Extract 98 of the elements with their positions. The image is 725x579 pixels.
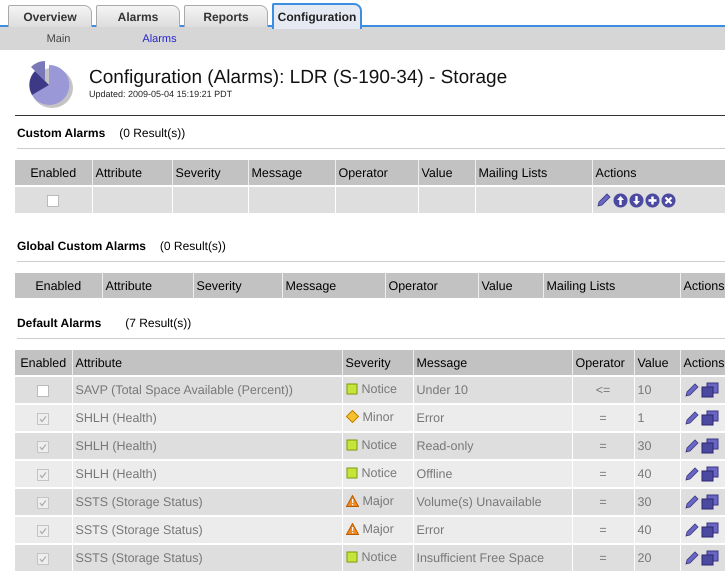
close-icon[interactable] [660,192,676,208]
column-header: Operator [385,273,478,298]
table-cell: = [572,544,634,571]
pencil-icon[interactable] [684,550,700,566]
column-header: Value [478,273,543,298]
result-count: (0 Result(s)) [160,239,226,253]
column-header: Mailing Lists [475,160,592,186]
table-cell: = [572,460,634,488]
column-header: Severity [342,350,413,376]
column-header: Attribute [92,160,172,186]
tab[interactable]: Reports [184,5,268,27]
copy-icon[interactable] [700,382,718,398]
section-title: Global Custom Alarms [17,239,146,253]
table-cell: SSTS (Storage Status) [72,488,342,516]
pencil-icon[interactable] [684,522,700,538]
tab[interactable]: Alarms [96,5,180,27]
copy-icon[interactable] [700,550,718,566]
plus-icon[interactable] [644,192,660,208]
severity-label: Notice [362,438,397,452]
pencil-icon[interactable] [684,466,700,482]
severity-label: Notice [362,466,397,480]
subnav-link[interactable]: Alarms [109,32,210,44]
tab[interactable]: Configuration [272,3,362,29]
column-header: Value [418,160,475,186]
table-cell: = [572,404,634,432]
copy-icon[interactable] [700,522,718,538]
square-icon [346,383,358,395]
column-header: Severity [193,273,282,298]
table-cell: SHLH (Health) [72,404,342,432]
severity-label: Notice [362,550,397,564]
column-header: Message [413,350,572,376]
copy-icon[interactable] [700,410,718,426]
column-header: Operator [572,350,634,376]
checkbox[interactable] [47,194,60,207]
column-header: Value [634,350,680,376]
severity-label: Notice [362,382,397,396]
pencil-icon[interactable] [684,382,700,398]
copy-icon[interactable] [700,466,718,482]
table-cell: Offline [413,460,572,488]
table-cell: SHLH (Health) [72,432,342,460]
severity-label: Minor [362,410,394,424]
pencil-icon[interactable] [596,192,612,208]
copy-icon[interactable] [700,494,718,510]
column-header: Actions [680,273,725,298]
column-header: Operator [335,160,418,186]
table-cell: SSTS (Storage Status) [72,544,342,571]
updated-timestamp: Updated: 2009-05-04 15:19:21 PDT [89,89,234,99]
table-cell: Volume(s) Unavailable [413,488,572,516]
pencil-icon[interactable] [684,438,700,454]
column-header: Enabled [15,350,72,376]
column-header: Severity [172,160,248,186]
table-cell: 30 [634,432,680,460]
table-cell: 30 [634,488,680,516]
column-header: Message [282,273,385,298]
table-cell: 1 [634,404,680,432]
page-title: Configuration (Alarms): LDR (S-190-34) - Storage [89,67,508,89]
section-title: Default Alarms [17,316,102,330]
table-cell: = [572,488,634,516]
copy-icon[interactable] [700,438,718,454]
checkbox[interactable] [37,384,50,397]
severity-label: Major [362,522,394,536]
table-cell: <= [572,376,634,404]
table-cell: 40 [634,516,680,544]
table-cell: Insufficient Free Space [413,544,572,571]
section-title: Custom Alarms [17,126,106,140]
diamond-icon [346,410,358,424]
pencil-icon[interactable] [684,494,700,510]
warning-icon [346,495,358,507]
table-cell: Error [413,516,572,544]
table-cell: = [572,516,634,544]
column-header: Attribute [72,350,342,376]
table-cell: Read-only [413,432,572,460]
table-cell: SHLH (Health) [72,460,342,488]
column-header: Enabled [15,273,102,298]
warning-icon [346,523,358,535]
result-count: (0 Result(s)) [119,126,186,140]
column-header: Actions [680,350,725,376]
tab[interactable]: Overview [8,5,92,27]
table-cell: SSTS (Storage Status) [72,516,342,544]
column-header: Attribute [102,273,193,298]
table-cell: 10 [634,376,680,404]
table-cell: Error [413,404,572,432]
square-icon [346,551,358,563]
column-header: Message [248,160,335,186]
result-count: (7 Result(s)) [125,316,192,330]
severity-label: Major [362,494,394,508]
table-cell: SAVP (Total Space Available (Percent)) [72,376,342,404]
table-cell: = [572,432,634,460]
subnav-link[interactable]: Main [8,32,109,44]
column-header: Mailing Lists [543,273,680,298]
table-cell: 40 [634,460,680,488]
table-cell: Under 10 [413,376,572,404]
table-cell: 20 [634,544,680,571]
square-icon [346,439,358,451]
column-header: Actions [592,160,725,186]
pencil-icon[interactable] [684,410,700,426]
column-header: Enabled [15,160,92,186]
square-icon [346,467,358,479]
